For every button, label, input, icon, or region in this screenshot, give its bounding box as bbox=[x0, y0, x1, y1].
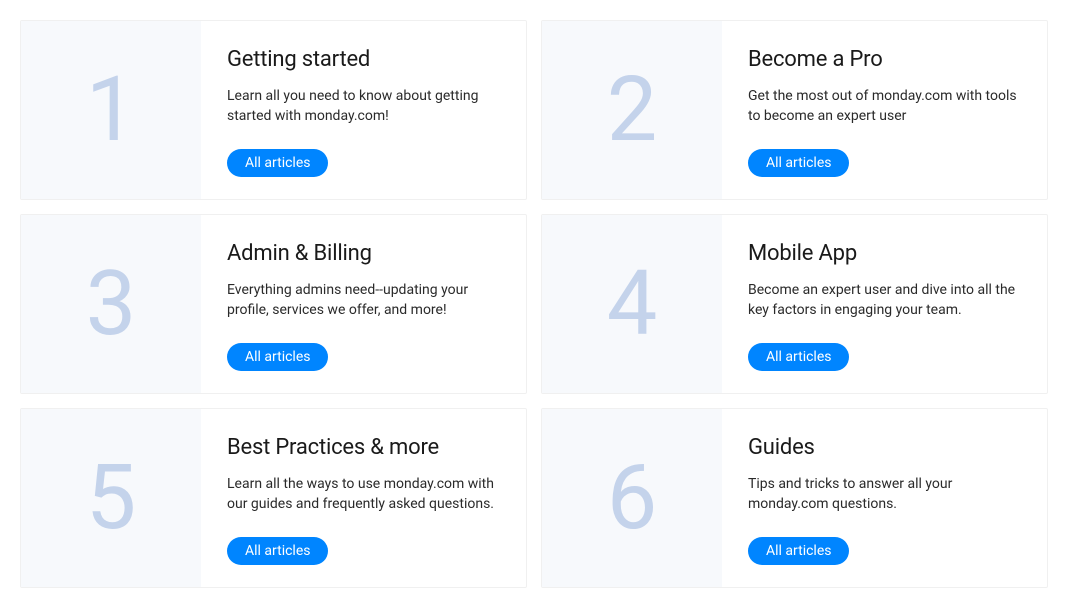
card-title: Best Practices & more bbox=[227, 435, 500, 460]
all-articles-button[interactable]: All articles bbox=[748, 343, 849, 371]
card-title: Admin & Billing bbox=[227, 241, 500, 266]
card-description: Everything admins need--updating your pr… bbox=[227, 280, 500, 325]
card-title: Getting started bbox=[227, 47, 500, 72]
card-become-a-pro: 2 Become a Pro Get the most out of monda… bbox=[541, 20, 1048, 200]
card-guides: 6 Guides Tips and tricks to answer all y… bbox=[541, 408, 1048, 588]
card-body: Become a Pro Get the most out of monday.… bbox=[722, 21, 1047, 199]
card-getting-started: 1 Getting started Learn all you need to … bbox=[20, 20, 527, 200]
card-mobile-app: 4 Mobile App Become an expert user and d… bbox=[541, 214, 1048, 394]
all-articles-button[interactable]: All articles bbox=[748, 149, 849, 177]
category-grid: 1 Getting started Learn all you need to … bbox=[20, 20, 1048, 588]
all-articles-button[interactable]: All articles bbox=[748, 537, 849, 565]
card-number: 1 bbox=[21, 21, 201, 199]
card-body: Getting started Learn all you need to kn… bbox=[201, 21, 526, 199]
card-description: Become an expert user and dive into all … bbox=[748, 280, 1021, 325]
card-number: 3 bbox=[21, 215, 201, 393]
card-body: Best Practices & more Learn all the ways… bbox=[201, 409, 526, 587]
card-description: Learn all the ways to use monday.com wit… bbox=[227, 474, 500, 519]
card-description: Get the most out of monday.com with tool… bbox=[748, 86, 1021, 131]
all-articles-button[interactable]: All articles bbox=[227, 537, 328, 565]
card-description: Tips and tricks to answer all your monda… bbox=[748, 474, 1021, 519]
card-body: Admin & Billing Everything admins need--… bbox=[201, 215, 526, 393]
card-body: Guides Tips and tricks to answer all you… bbox=[722, 409, 1047, 587]
card-title: Become a Pro bbox=[748, 47, 1021, 72]
card-body: Mobile App Become an expert user and div… bbox=[722, 215, 1047, 393]
card-number: 4 bbox=[542, 215, 722, 393]
card-number: 2 bbox=[542, 21, 722, 199]
all-articles-button[interactable]: All articles bbox=[227, 149, 328, 177]
card-title: Guides bbox=[748, 435, 1021, 460]
card-number: 5 bbox=[21, 409, 201, 587]
card-title: Mobile App bbox=[748, 241, 1021, 266]
card-admin-billing: 3 Admin & Billing Everything admins need… bbox=[20, 214, 527, 394]
card-best-practices: 5 Best Practices & more Learn all the wa… bbox=[20, 408, 527, 588]
card-number: 6 bbox=[542, 409, 722, 587]
all-articles-button[interactable]: All articles bbox=[227, 343, 328, 371]
card-description: Learn all you need to know about getting… bbox=[227, 86, 500, 131]
